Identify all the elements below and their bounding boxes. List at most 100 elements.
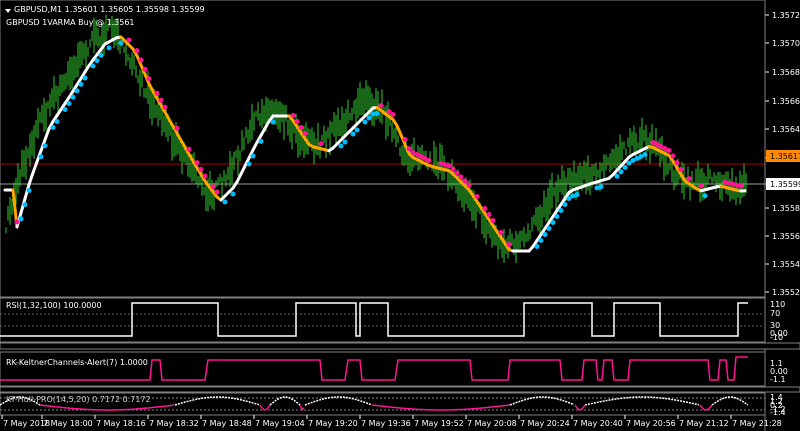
buy-dot — [250, 153, 256, 159]
buy-dot — [106, 45, 112, 51]
price-tick-label: 1.35581 — [772, 204, 800, 213]
panel-separator-1[interactable] — [0, 342, 800, 350]
panel-tick-label: 110 — [770, 300, 785, 309]
buy-dot — [362, 119, 368, 125]
buy-dot — [78, 81, 84, 87]
sell-dot — [302, 131, 308, 136]
buy-dot — [62, 107, 68, 112]
time-tick-label: 7 May 18:00 — [43, 419, 93, 428]
indicator-info: GBPUSD 1VARMA Buy @ 1.3561 — [6, 18, 135, 27]
sell-dot — [454, 170, 460, 176]
sell-dot — [402, 136, 408, 142]
time-tick-label: 7 May 18:48 — [202, 419, 252, 428]
sell-dot — [202, 173, 208, 179]
buy-dot — [542, 232, 548, 237]
buy-dot — [94, 58, 100, 64]
sell-dot — [298, 125, 304, 130]
buy-dot — [366, 115, 372, 121]
sell-dot — [698, 183, 704, 189]
sell-dot — [670, 153, 676, 159]
sell-dot — [318, 141, 324, 147]
sell-dot — [210, 184, 216, 190]
sell-dot — [474, 194, 480, 199]
time-tick-label: 7 May 20:40 — [573, 419, 623, 428]
buy-dot — [354, 127, 360, 133]
sell-dot — [390, 112, 396, 117]
sell-dot — [466, 182, 472, 188]
sell-dot — [198, 166, 204, 172]
sell-dot — [462, 178, 468, 184]
symbol-info: GBPUSD,M1 1.35601 1.35605 1.35598 1.3559… — [14, 5, 205, 14]
price-tick-label: 1.35681 — [772, 68, 800, 77]
sell-dot — [378, 103, 384, 108]
sell-dot — [386, 109, 392, 114]
sell-dot — [490, 218, 496, 223]
time-tick-label: 7 May 20:08 — [467, 419, 517, 428]
time-tick-label: 7 May 19:20 — [308, 419, 358, 428]
sell-dot — [294, 119, 300, 124]
buy-dot — [38, 154, 44, 160]
sell-dot — [186, 146, 192, 152]
trading-chart[interactable]: GBPUSD,M1 1.35601 1.35605 1.35598 1.3559… — [0, 0, 800, 431]
buy-dot — [642, 152, 648, 157]
sell-dot — [426, 158, 432, 163]
buy-dot — [82, 75, 88, 81]
sell-dot — [14, 219, 20, 225]
sell-dot — [406, 146, 412, 152]
sell-dot — [674, 160, 680, 166]
sell-dot — [162, 104, 168, 110]
time-tick-label: 7 May 20:24 — [520, 419, 570, 428]
buy-dot — [42, 143, 48, 149]
buy-dot — [222, 199, 228, 205]
buy-dot — [622, 165, 628, 170]
buy-dot — [702, 193, 708, 199]
sell-dot — [450, 166, 456, 172]
current-price-tag-text: 1.35599 — [770, 180, 800, 189]
sell-dot — [214, 189, 220, 195]
time-tick-label: 7 May 19:36 — [361, 419, 411, 428]
sell-dot — [498, 230, 504, 235]
buy-dot — [374, 111, 380, 116]
buy-dot — [598, 184, 604, 190]
price-tick-label: 1.35561 — [772, 232, 800, 241]
time-tick-label: 7 May 18:32 — [149, 419, 199, 428]
buy-dot — [350, 131, 356, 137]
sell-dot — [458, 174, 464, 180]
sell-dot — [506, 242, 512, 247]
alert-price-tag-text: 1.35617 — [770, 152, 800, 161]
buy-dot — [74, 88, 80, 94]
keltner-title: RK-KeltnerChannels-Alert(7) 1.0000 — [6, 358, 148, 367]
buy-dot — [342, 139, 348, 145]
sell-dot — [194, 160, 200, 166]
time-tick-label: 7 May 18:16 — [96, 419, 146, 428]
panel-tick-label: -1.1 — [770, 375, 786, 384]
buy-dot — [618, 169, 624, 175]
sell-dot — [686, 176, 692, 182]
sell-dot — [146, 76, 152, 82]
sell-dot — [482, 206, 488, 211]
buy-dot — [90, 63, 96, 69]
buy-dot — [614, 173, 620, 179]
sell-dot — [174, 125, 180, 131]
buy-dot — [270, 119, 276, 125]
sell-dot — [666, 148, 672, 153]
buy-dot — [538, 238, 544, 243]
buy-dot — [338, 143, 344, 149]
buy-dot — [230, 191, 236, 197]
buy-dot — [66, 101, 72, 106]
time-tick-label: 7 May 19:52 — [414, 419, 464, 428]
buy-dot — [118, 40, 124, 46]
buy-dot — [70, 94, 76, 100]
buy-dot — [574, 192, 580, 198]
sell-dot — [134, 48, 140, 54]
panel-tick-label: 70 — [770, 309, 780, 318]
buy-dot — [554, 214, 560, 219]
panel-separator-2[interactable] — [0, 386, 800, 393]
hull-title: KT-Hull-PRO(14,5,20) 0.7172 0.7172 — [6, 395, 151, 404]
price-tick-label: 1.35661 — [772, 97, 800, 106]
buy-dot — [546, 226, 552, 231]
time-tick-label: 7 May 19:04 — [255, 419, 305, 428]
buy-dot — [562, 202, 568, 207]
buy-dot — [54, 119, 60, 124]
buy-dot — [98, 52, 104, 58]
